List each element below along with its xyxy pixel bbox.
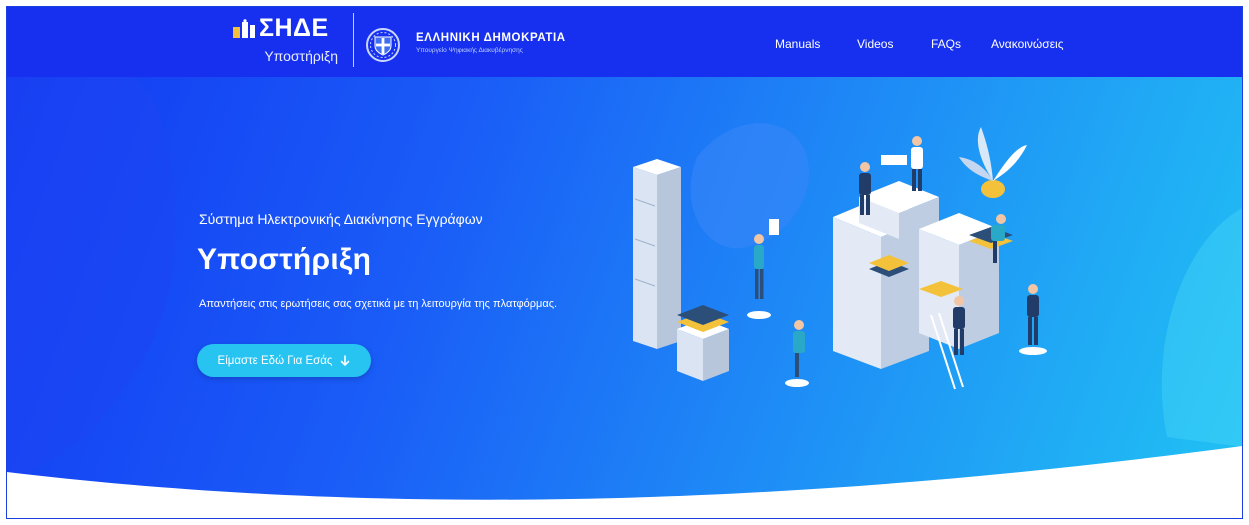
folder-stack-left (677, 305, 729, 381)
cta-label: Είμαστε Εδώ Για Εσάς (217, 354, 333, 367)
hero-description: Απαντήσεις στις ερωτήσεις σας σχετικά με… (199, 298, 558, 310)
right-blob-shape (1161, 208, 1242, 447)
top-navigation-bar: ΣΗΔΕ Υποστήριξη ΕΛΛΗΝΙΚΗ ΔΗΜΟΚΡΑΤΙΑ Υπου… (7, 7, 1242, 77)
page-title: Υποστήριξη (197, 243, 372, 276)
nav-item-announcements[interactable]: Ανακοινώσεις (991, 37, 1064, 51)
short-document-stack (633, 159, 681, 349)
bottom-wave (7, 446, 1242, 518)
nav-item-videos[interactable]: Videos (857, 37, 893, 51)
arrow-down-icon (341, 354, 350, 366)
main-navigation: Manuals Videos FAQs Ανακοινώσεις (7, 37, 1242, 57)
page-frame: ΣΗΔΕ Υποστήριξη ΕΛΛΗΝΙΚΗ ΔΗΜΟΚΡΑΤΙΑ Υπου… (6, 6, 1243, 519)
here-for-you-button[interactable]: Είμαστε Εδώ Για Εσάς (197, 344, 371, 377)
hero-subtitle: Σύστημα Ηλεκτρονικής Διακίνησης Εγγράφων (199, 211, 483, 227)
papers-icon (233, 19, 255, 38)
nav-item-faqs[interactable]: FAQs (931, 37, 961, 51)
hero-section: ΣΗΔΕ Υποστήριξη ΕΛΛΗΝΙΚΗ ΔΗΜΟΚΡΑΤΙΑ Υπου… (7, 7, 1242, 518)
potted-plant (959, 127, 1027, 198)
nav-item-manuals[interactable]: Manuals (775, 37, 820, 51)
document-stacks-illustration (633, 127, 1047, 390)
